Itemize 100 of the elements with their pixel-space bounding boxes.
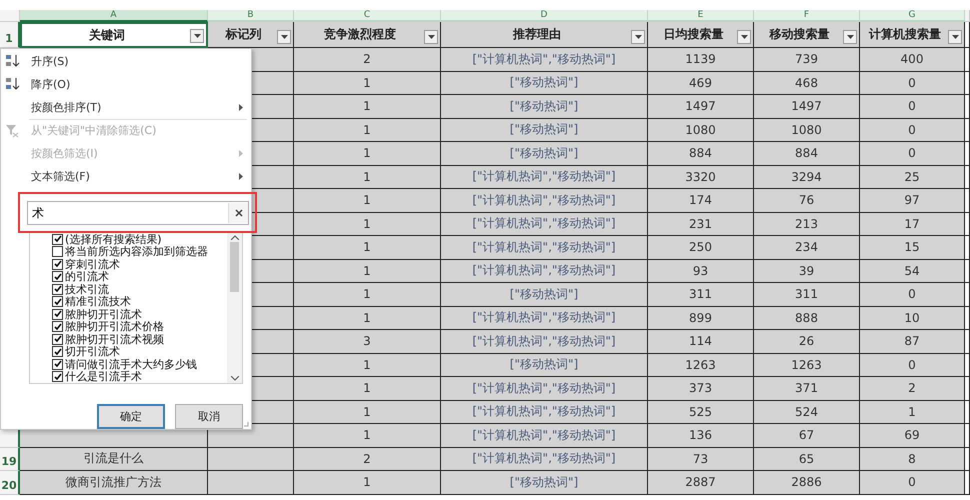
table-cell: 39 [754, 260, 860, 283]
caret-icon [280, 35, 288, 39]
scroll-down-icon[interactable] [230, 376, 238, 382]
scroll-thumb[interactable] [230, 242, 239, 292]
table-cell: 1 [294, 212, 441, 236]
header-text: 移动搜索量 [770, 26, 830, 43]
table-cell: 400 [860, 48, 965, 72]
table-cell: 311 [648, 283, 754, 306]
table-cell: ["计算机热词","移动热词"] [441, 377, 648, 400]
checkbox[interactable] [52, 358, 63, 370]
table-cell: 3 [294, 330, 441, 354]
table-cell: 3294 [754, 166, 860, 189]
list-item[interactable]: 请问做引流手术大约多少钱 [52, 358, 227, 371]
table-cell: 0 [860, 95, 965, 118]
list-item[interactable]: 穿刺引流术 [52, 258, 227, 271]
filter-button[interactable] [424, 30, 438, 44]
checkbox[interactable] [52, 346, 63, 358]
submenu-arrow-icon [239, 173, 243, 180]
column-letter[interactable]: C [294, 10, 441, 22]
table-cell: 93 [648, 260, 754, 283]
list-item[interactable]: 技术引流 [52, 283, 227, 296]
resize-grip-icon[interactable] [243, 421, 249, 427]
checkbox[interactable] [52, 271, 63, 282]
corner-cell[interactable] [0, 10, 20, 22]
table-cell: ["计算机热词","移动热词"] [441, 236, 648, 260]
filter-button[interactable] [948, 30, 962, 44]
table-cell: 1 [294, 400, 441, 424]
table-cell: 微商引流推广方法 [20, 471, 208, 494]
caret-icon [952, 35, 958, 39]
table-cell: 1139 [648, 48, 754, 72]
column-letter[interactable]: D [441, 10, 648, 22]
table-cell: 1 [294, 306, 441, 330]
table-cell: 234 [754, 236, 860, 260]
caret-icon [428, 35, 434, 39]
checkbox[interactable] [52, 246, 63, 258]
list-item[interactable]: 脓肿切开引流术 [52, 308, 227, 321]
table-cell: 373 [648, 377, 754, 400]
search-field[interactable]: 术 [27, 201, 249, 226]
column-letter[interactable]: B [208, 10, 294, 22]
table-cell: 69 [860, 424, 965, 448]
list-item[interactable]: 的引流术 [52, 270, 227, 284]
filter-button[interactable] [843, 30, 857, 44]
menu-item[interactable]: 降序(O) [1, 72, 251, 96]
column-letter[interactable]: E [648, 10, 754, 22]
menu-item[interactable]: 文本筛选(F) [1, 165, 251, 188]
checkbox[interactable] [52, 234, 63, 245]
checkbox[interactable] [52, 284, 63, 295]
menu-item[interactable]: 升序(S) [1, 50, 251, 73]
table-cell: ["计算机热词","移动热词"] [441, 330, 648, 354]
table-cell: 0 [860, 283, 965, 306]
row-number[interactable]: 1 [0, 22, 20, 48]
column-letter[interactable]: F [754, 10, 860, 22]
checkbox[interactable] [52, 371, 63, 382]
table-cell: ["计算机热词","移动热词"] [441, 448, 648, 471]
list-item[interactable]: 脓肿切开引流术价格 [52, 320, 227, 334]
checkbox[interactable] [52, 296, 63, 308]
checkbox[interactable] [52, 258, 63, 270]
column-letter[interactable]: G [860, 10, 965, 22]
list-item[interactable]: (选择所有搜索结果) [52, 233, 227, 246]
filter-button[interactable] [631, 30, 645, 44]
filter-button[interactable] [190, 29, 204, 43]
scrollbar[interactable] [227, 233, 242, 384]
table-cell: 87 [860, 330, 965, 354]
row-number[interactable]: 19 [0, 448, 20, 471]
checkbox[interactable] [52, 321, 63, 332]
table-cell: 1 [294, 471, 441, 494]
table-cell: ["移动热词"] [441, 118, 648, 142]
table-cell: 250 [648, 236, 754, 260]
header-text: 计算机搜索量 [869, 26, 941, 43]
caret-icon [194, 34, 200, 38]
clear-button[interactable] [228, 203, 248, 224]
dialog-button[interactable]: 取消 [175, 404, 243, 430]
table-cell: 888 [754, 306, 860, 330]
clear-filter-icon [5, 124, 19, 138]
list-item[interactable]: 脓肿切开引流术视频 [52, 333, 227, 346]
table-cell: 1080 [648, 118, 754, 142]
row-number[interactable]: 20 [0, 471, 20, 494]
list-item[interactable]: 切开引流术 [52, 346, 227, 358]
column-letter[interactable]: A [20, 10, 208, 22]
table-cell: 引流是什么 [20, 448, 208, 471]
list-item[interactable]: 什么是引流手术 [52, 370, 227, 384]
list-item[interactable]: 将当前所选内容添加到筛选器 [52, 246, 227, 258]
filter-button[interactable] [277, 30, 291, 44]
search-input[interactable]: 术 [28, 203, 228, 224]
menu-item[interactable]: 按颜色排序(T) [1, 96, 251, 119]
filter-button[interactable] [737, 30, 751, 44]
table-cell: ["计算机热词","移动热词"] [441, 189, 648, 212]
table-cell: 884 [754, 142, 860, 166]
dialog-button[interactable]: 确定 [97, 404, 165, 430]
list-item[interactable]: 精准引流技术 [52, 296, 227, 308]
table-cell: 525 [648, 400, 754, 424]
scroll-up-icon[interactable] [230, 235, 238, 240]
table-cell: ["计算机热词","移动热词"] [441, 400, 648, 424]
checkbox[interactable] [52, 308, 63, 320]
caret-icon [846, 35, 854, 39]
checkbox[interactable] [52, 334, 63, 345]
table-cell: 899 [648, 306, 754, 330]
table-cell: 469 [648, 72, 754, 95]
table-cell: 1263 [648, 354, 754, 377]
table-cell: 1 [294, 377, 441, 400]
